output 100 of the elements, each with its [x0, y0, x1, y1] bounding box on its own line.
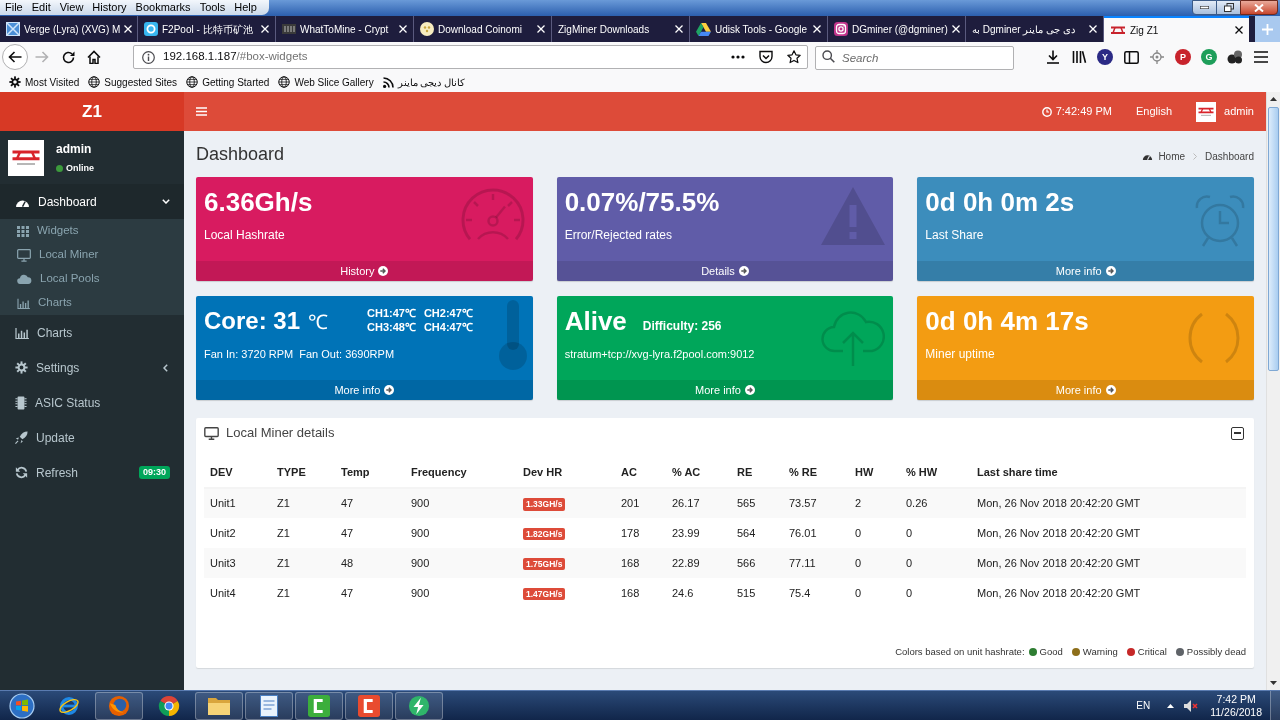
table-cell: Mon, 26 Nov 2018 20:42:20 GMT	[971, 548, 1246, 578]
extension-button[interactable]: P	[1175, 49, 1191, 65]
menu-item[interactable]: Help	[234, 2, 257, 13]
sidebar-item[interactable]: Refresh 09:30	[0, 455, 184, 490]
home-icon	[87, 50, 101, 64]
app-logo[interactable]: Z1	[0, 92, 184, 131]
legend-text: Possibly dead	[1186, 644, 1246, 659]
menu-item[interactable]: View	[59, 2, 84, 13]
sidebar-item[interactable]: ASIC Status	[0, 385, 184, 420]
start-orb-icon	[9, 692, 35, 719]
bookmark-item[interactable]: Web Slice Gallery	[278, 74, 374, 90]
extension-button[interactable]: Y	[1097, 49, 1113, 65]
minus-icon	[1234, 432, 1241, 434]
back-arrow-icon	[8, 51, 22, 63]
table-cell: 0	[849, 578, 900, 608]
timer-badge: 09:30	[138, 466, 170, 479]
info-label: Local Hashrate	[204, 227, 285, 243]
taskbar-button[interactable]	[195, 691, 243, 720]
language-menu[interactable]: English	[1135, 103, 1173, 120]
collapse-button[interactable]	[1231, 426, 1244, 440]
search-icon	[822, 50, 835, 63]
submenu-item[interactable]: Local Pools	[0, 267, 184, 291]
language-indicator[interactable]: EN	[1136, 698, 1151, 713]
shield-chevron-icon[interactable]	[759, 50, 773, 64]
table-cell: 0	[900, 578, 971, 608]
menu-item[interactable]: History	[92, 2, 127, 13]
table-cell: 0	[849, 518, 900, 548]
menu-item[interactable]: Tools	[199, 2, 226, 13]
scrollbar-thumb[interactable]	[1268, 107, 1279, 371]
bookmark-item[interactable]: Getting Started	[186, 74, 270, 90]
table-cell: 900	[405, 548, 517, 578]
sidebar-item[interactable]: Dashboard	[0, 184, 184, 219]
bar-chart-icon	[15, 326, 29, 339]
close-icon[interactable]	[1235, 26, 1243, 34]
table-cell: 26.17	[666, 488, 731, 518]
info-value: 0d 0h 0m 2s	[925, 187, 1075, 217]
menu-icon	[195, 107, 207, 116]
restore-icon	[1223, 3, 1234, 12]
info-value: 0.07%/75.5%	[564, 187, 720, 217]
column-header: % HW	[900, 458, 971, 488]
user-menu[interactable]: admin	[1196, 101, 1254, 122]
search-field[interactable]: Search	[815, 46, 1014, 70]
table-cell: 168	[615, 578, 666, 608]
menu-item[interactable]: File	[5, 2, 23, 13]
fan-speed: Fan In: 3720 RPM	[204, 347, 294, 361]
menu-item[interactable]: Edit	[31, 2, 51, 13]
taskbar-button[interactable]	[345, 691, 393, 720]
gear-icon	[9, 76, 21, 88]
bookmark-item[interactable]: Suggested Sites	[88, 74, 178, 90]
box-footer-link[interactable]: More info	[917, 261, 1254, 281]
bookmark-item[interactable]: کانال دیجی ماینر	[382, 74, 466, 90]
sidebar-item[interactable]: Settings	[0, 350, 184, 385]
info-label: Last Share	[925, 227, 984, 243]
folder-icon	[207, 695, 231, 716]
sidebar-item[interactable]: Charts	[0, 315, 184, 350]
window-close-button[interactable]	[1240, 0, 1278, 15]
taskbar-date: 11/26/2018	[1210, 705, 1262, 719]
table-cell: 0.26	[900, 488, 971, 518]
minimize-button[interactable]	[1192, 0, 1217, 15]
thermometer-icon	[498, 300, 527, 370]
submenu-item[interactable]: Local Miner	[0, 243, 184, 267]
crossed-square-icon	[6, 22, 20, 36]
submenu-item[interactable]: Charts	[0, 291, 184, 315]
box-footer-link[interactable]: History	[196, 261, 533, 281]
back-button[interactable]	[2, 44, 28, 70]
ring-icon	[1188, 312, 1240, 364]
breadcrumb-link[interactable]: Home	[1158, 148, 1186, 164]
box-footer-link[interactable]: More info	[556, 380, 894, 400]
table-cell: Z1	[271, 488, 335, 518]
box-footer-link[interactable]: Details	[556, 261, 894, 281]
taskbar-button[interactable]	[395, 691, 443, 720]
info-value: 0d 0h 4m 17s	[925, 306, 1089, 336]
browser-tab[interactable]: Zig Z1	[1104, 16, 1249, 42]
bookmark-item[interactable]: Most Visited	[9, 74, 80, 90]
restore-button[interactable]	[1217, 0, 1240, 15]
camera-icon	[834, 22, 848, 36]
warning-icon	[821, 187, 886, 245]
taskbar-button[interactable]	[295, 691, 343, 720]
table-cell: 566	[731, 548, 783, 578]
table-cell: 0	[900, 518, 971, 548]
submenu-item[interactable]: Widgets	[0, 219, 184, 243]
channel-temperature: CH4:47℃	[423, 320, 473, 334]
triangle-icon	[696, 22, 711, 36]
more-icon[interactable]	[731, 55, 745, 59]
box-footer-link[interactable]: More info	[196, 380, 533, 400]
taskbar-button[interactable]	[245, 691, 293, 720]
caret-up-icon	[1270, 97, 1277, 101]
address-field[interactable]: 192.168.1.187/#box-widgets	[133, 45, 808, 69]
table-cell: 0	[849, 548, 900, 578]
sidebar-item[interactable]: Update	[0, 420, 184, 455]
speaker-muted-icon[interactable]	[1184, 699, 1199, 712]
star-icon[interactable]	[787, 50, 801, 64]
table-cell: Unit4	[204, 578, 271, 608]
user-name: admin	[56, 142, 93, 155]
caret-down-icon	[1270, 681, 1277, 685]
arrow-circle-icon	[1105, 266, 1116, 276]
channel-temperature: CH3:48℃	[367, 320, 416, 334]
menu-item[interactable]: Bookmarks	[135, 2, 191, 13]
column-header: AC	[615, 458, 666, 488]
table-cell: Z1	[271, 548, 335, 578]
